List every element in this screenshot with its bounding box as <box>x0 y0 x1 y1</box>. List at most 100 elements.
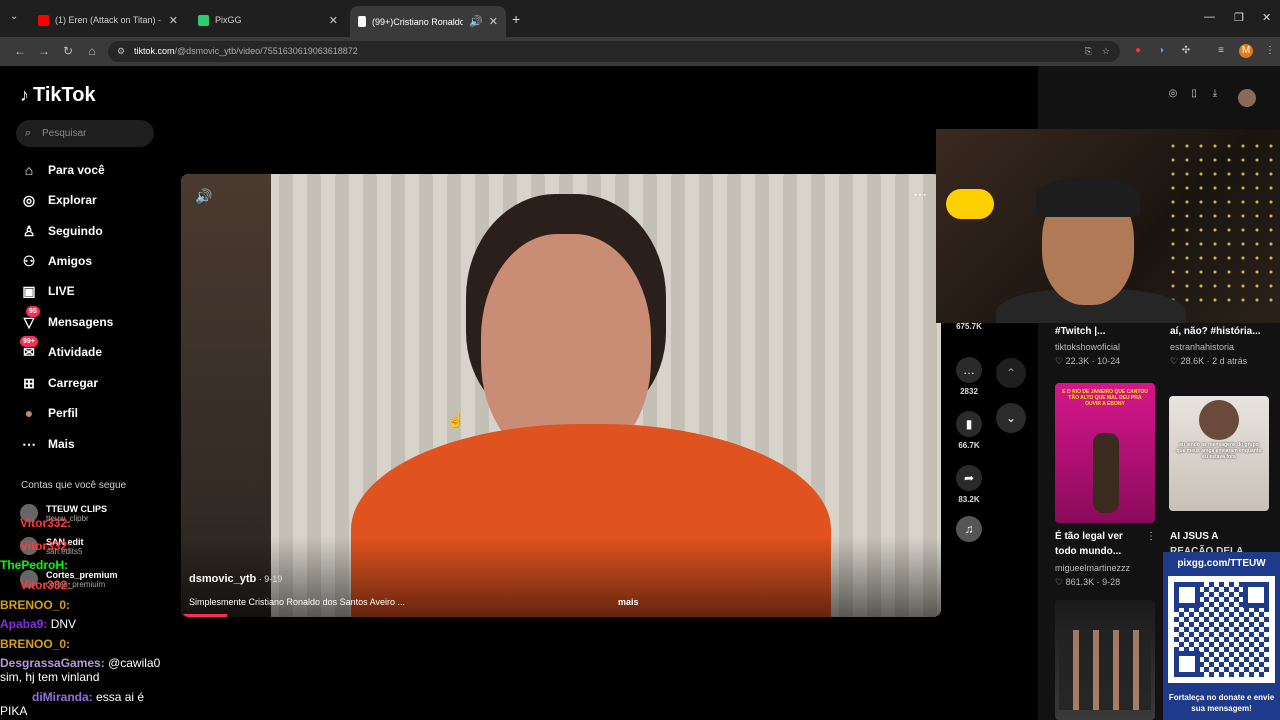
related-video-meta: ♡ 28.6K · 2 d atrás <box>1170 356 1248 366</box>
tab-list-button[interactable]: ⌄ <box>10 11 18 22</box>
speaker-icon: 🔊 <box>469 16 483 28</box>
video-player[interactable]: 🔊 ⋯ dsmovic_ytb · 9-19 Simplesmente Cris… <box>181 174 941 617</box>
related-video-user[interactable]: tiktokshowoficial <box>1055 342 1120 352</box>
mouse-cursor-icon: ☝ <box>447 412 465 428</box>
more-icon: ⋯ <box>22 435 36 452</box>
nav-seguindo[interactable]: ♙ Seguindo <box>20 220 103 242</box>
caption-more-link[interactable]: mais <box>618 597 639 607</box>
extension-red-icon[interactable]: ● <box>1131 44 1145 58</box>
qr-corner <box>1174 651 1200 677</box>
phone-icon[interactable]: ▯ <box>1184 88 1204 99</box>
related-video-user[interactable]: estranhahistoria <box>1170 342 1234 352</box>
webcam-cap <box>1036 177 1140 217</box>
media-control-icon[interactable]: ≡ <box>1214 44 1228 58</box>
previous-video-button[interactable]: ⌃ <box>996 358 1026 388</box>
music-disc[interactable]: ♫ <box>954 516 984 542</box>
activity-badge: 99+ <box>20 335 38 347</box>
close-window-button[interactable]: ✕ <box>1262 11 1271 24</box>
site-info-icon[interactable]: ⚙ <box>117 41 125 62</box>
friends-icon: ⚇ <box>22 252 36 269</box>
user-avatar[interactable] <box>1238 89 1256 107</box>
chat-message: Vitor332: <box>20 516 72 530</box>
close-tab-icon[interactable]: ✕ <box>489 15 498 28</box>
nav-live[interactable]: ▣ LIVE <box>20 280 74 302</box>
chat-message: PIKA <box>0 704 28 718</box>
nav-para-voce[interactable]: ⌂ Para você <box>20 159 105 181</box>
chat-message: Vitor332: <box>20 578 72 592</box>
chat-message: BRENOO_0: <box>0 637 71 651</box>
qr-code <box>1168 576 1275 683</box>
tab-pixgg[interactable]: PixGG ✕ <box>190 8 346 32</box>
browser-tab-bar: ⌄ (1) Eren (Attack on Titan) - AO ✕ PixG… <box>0 0 1280 37</box>
related-video-user[interactable]: migueelmartinezzz <box>1055 563 1130 573</box>
install-icon[interactable]: ⎘ <box>1085 41 1092 62</box>
nav-amigos[interactable]: ⚇ Amigos <box>20 250 92 272</box>
extension-wave-icon[interactable]: ◗ <box>1155 44 1169 58</box>
qr-corner <box>1243 582 1269 608</box>
nav-carregar[interactable]: ⊞ Carregar <box>20 372 98 394</box>
home-icon: ⌂ <box>24 162 34 178</box>
streamer-webcam <box>936 129 1280 323</box>
extensions-puzzle-icon[interactable]: ✣ <box>1179 44 1193 58</box>
close-tab-icon[interactable]: ✕ <box>169 14 178 27</box>
share-button[interactable]: ➦ 83.2K <box>954 465 984 504</box>
video-author[interactable]: dsmovic_ytb · 9-19 <box>189 573 282 585</box>
live-icon: ▣ <box>22 282 36 299</box>
qr-corner <box>1174 582 1200 608</box>
bookmark-button[interactable]: ▮ 66.7K <box>954 411 984 450</box>
minimize-button[interactable]: — <box>1204 11 1215 23</box>
download-icon[interactable]: ⤓ <box>1205 88 1225 99</box>
new-tab-button[interactable]: + <box>512 11 520 27</box>
more-options-icon[interactable]: ⋮ <box>1146 531 1156 542</box>
profile-icon: ● <box>24 405 34 421</box>
related-video-thumbnail[interactable]: eu lendo as mensagens do grupo que meus … <box>1169 396 1269 511</box>
related-video-title[interactable]: AI JSUS A <box>1170 531 1219 542</box>
chat-message: Vitor332: <box>20 539 72 553</box>
nav-mais[interactable]: ⋯ Mais <box>20 433 75 455</box>
close-tab-icon[interactable]: ✕ <box>329 14 338 27</box>
nav-atividade[interactable]: ✉ 99+ Atividade <box>20 335 102 363</box>
next-video-button[interactable]: ⌄ <box>996 403 1026 433</box>
chat-message: Apaba9: DNV <box>0 617 77 631</box>
video-progress-bar[interactable] <box>181 614 227 617</box>
thumbnail-person <box>1093 433 1119 513</box>
back-button[interactable]: ← <box>11 42 29 60</box>
donation-url: pixgg.com/TTEUW <box>1177 558 1266 569</box>
following-icon: ♙ <box>22 222 36 239</box>
messages-icon: ▽ 95 <box>20 305 40 331</box>
video-caption: Simplesmente Cristiano Ronaldo dos Santo… <box>189 597 405 607</box>
compass-small-icon[interactable]: ◎ <box>1163 88 1183 99</box>
chat-message: ThePedroH: <box>0 558 69 572</box>
related-video-thumbnail[interactable]: E O RIO DE JANEIRO QUE CANTOU TÃO ALTO Q… <box>1055 383 1155 523</box>
more-options-icon[interactable]: ⋯ <box>913 186 927 203</box>
tiktok-logo[interactable]: ♪ TikTok <box>20 84 96 107</box>
profile-avatar-icon[interactable]: M <box>1239 44 1253 58</box>
browser-menu-icon[interactable]: ⋮ <box>1263 44 1277 58</box>
url-input[interactable]: ⚙ tiktok.com/@dsmovic_ytb/video/75516306… <box>108 41 1120 62</box>
share-icon: ➦ <box>956 465 982 491</box>
tab-tiktok[interactable]: (99+)Cristiano Ronaldo: De 🔊 ✕ <box>350 6 506 37</box>
volume-icon[interactable]: 🔊 <box>195 188 212 205</box>
related-video-title[interactable]: É tão legal ver <box>1055 531 1123 542</box>
search-input[interactable]: ⌕ Pesquisar <box>16 120 154 147</box>
bookmark-star-icon[interactable]: ☆ <box>1102 41 1110 62</box>
related-video-title[interactable]: #Twitch |... <box>1055 326 1105 337</box>
nav-mensagens[interactable]: ▽ 95 Mensagens <box>20 305 113 333</box>
messages-badge: 95 <box>26 305 40 317</box>
restore-button[interactable]: ❐ <box>1234 11 1244 24</box>
webcam-lights <box>1166 139 1276 309</box>
thumbnail-people <box>1059 630 1151 710</box>
tab-youtube[interactable]: (1) Eren (Attack on Titan) - AO ✕ <box>30 8 186 32</box>
forward-button[interactable]: → <box>35 42 53 60</box>
home-button[interactable]: ⌂ <box>83 42 101 60</box>
nav-explorar[interactable]: ◎ Explorar <box>20 189 97 211</box>
nav-perfil[interactable]: ● Perfil <box>20 402 78 424</box>
reload-button[interactable]: ↻ <box>59 42 77 60</box>
upload-icon: ⊞ <box>23 374 35 391</box>
tiktok-icon <box>358 16 366 27</box>
activity-icon: ✉ 99+ <box>20 335 38 361</box>
related-video-thumbnail[interactable] <box>1055 600 1155 720</box>
comment-button[interactable]: … 2832 <box>954 357 984 396</box>
related-video-title[interactable]: todo mundo... <box>1055 546 1121 557</box>
related-video-title[interactable]: aí, não? #história... <box>1170 326 1261 337</box>
